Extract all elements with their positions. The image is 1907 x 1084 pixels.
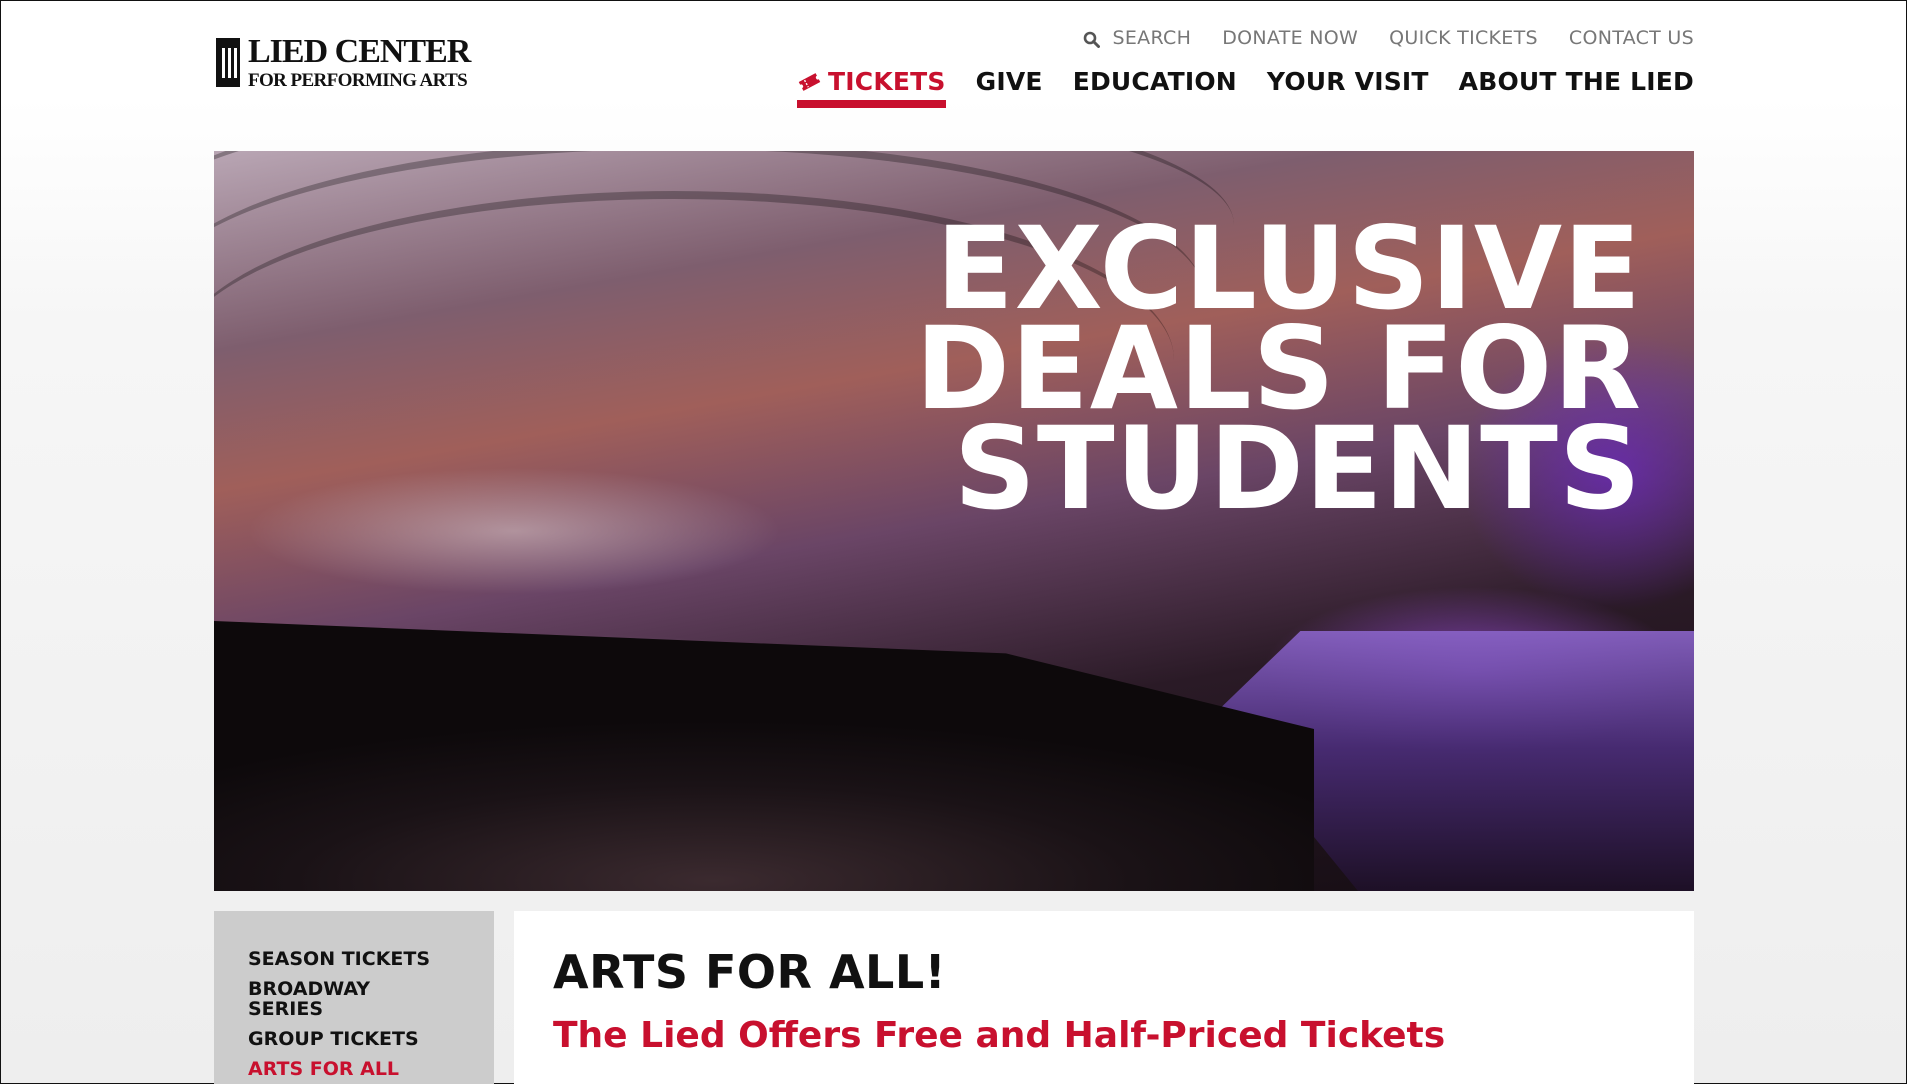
hero-banner: EXCLUSIVE DEALS FOR STUDENTS [214,151,1694,891]
ticket-icon [798,73,821,91]
audience-crowd [214,621,1314,891]
quick-tickets-link[interactable]: QUICK TICKETS [1389,27,1538,49]
donate-now-link[interactable]: DONATE NOW [1222,27,1358,49]
search-link[interactable]: SEARCH [1083,27,1192,49]
nav-give[interactable]: GIVE [976,64,1043,100]
page-subtitle: The Lied Offers Free and Half-Priced Tic… [553,1015,1446,1056]
logo-mark-icon [216,37,240,87]
sidebar-nav: SEASON TICKETS BROADWAY SERIES GROUP TIC… [214,911,494,1084]
sidebar-item-group-tickets[interactable]: GROUP TICKETS [248,1029,438,1049]
nav-your-visit[interactable]: YOUR VISIT [1267,64,1429,100]
sidebar-item-arts-for-all[interactable]: ARTS FOR ALL [248,1059,438,1079]
nav-tickets-label: TICKETS [828,67,946,96]
contact-us-link[interactable]: CONTACT US [1569,27,1694,49]
hero-headline: EXCLUSIVE DEALS FOR STUDENTS [915,202,1642,535]
nav-about-the-lied[interactable]: ABOUT THE LIED [1459,64,1694,100]
site-logo[interactable]: LIED CENTER FOR PERFORMING ARTS [216,32,471,91]
search-icon [1083,31,1100,48]
logo-line1: LIED CENTER [248,32,471,70]
nav-tickets[interactable]: TICKETS [797,64,946,108]
utility-nav: SEARCH DONATE NOW QUICK TICKETS CONTACT … [1083,27,1694,49]
main-content: ARTS FOR ALL! The Lied Offers Free and H… [514,911,1694,1084]
logo-text: LIED CENTER FOR PERFORMING ARTS [248,32,471,91]
search-label: SEARCH [1112,27,1192,49]
sidebar-item-season-tickets[interactable]: SEASON TICKETS [248,949,438,969]
logo-line2: FOR PERFORMING ARTS [248,69,468,91]
nav-education[interactable]: EDUCATION [1073,64,1237,100]
sidebar-item-broadway-series[interactable]: BROADWAY SERIES [248,979,438,1019]
page-title: ARTS FOR ALL! [553,945,947,999]
main-nav: TICKETS GIVE EDUCATION YOUR VISIT ABOUT … [797,64,1694,108]
